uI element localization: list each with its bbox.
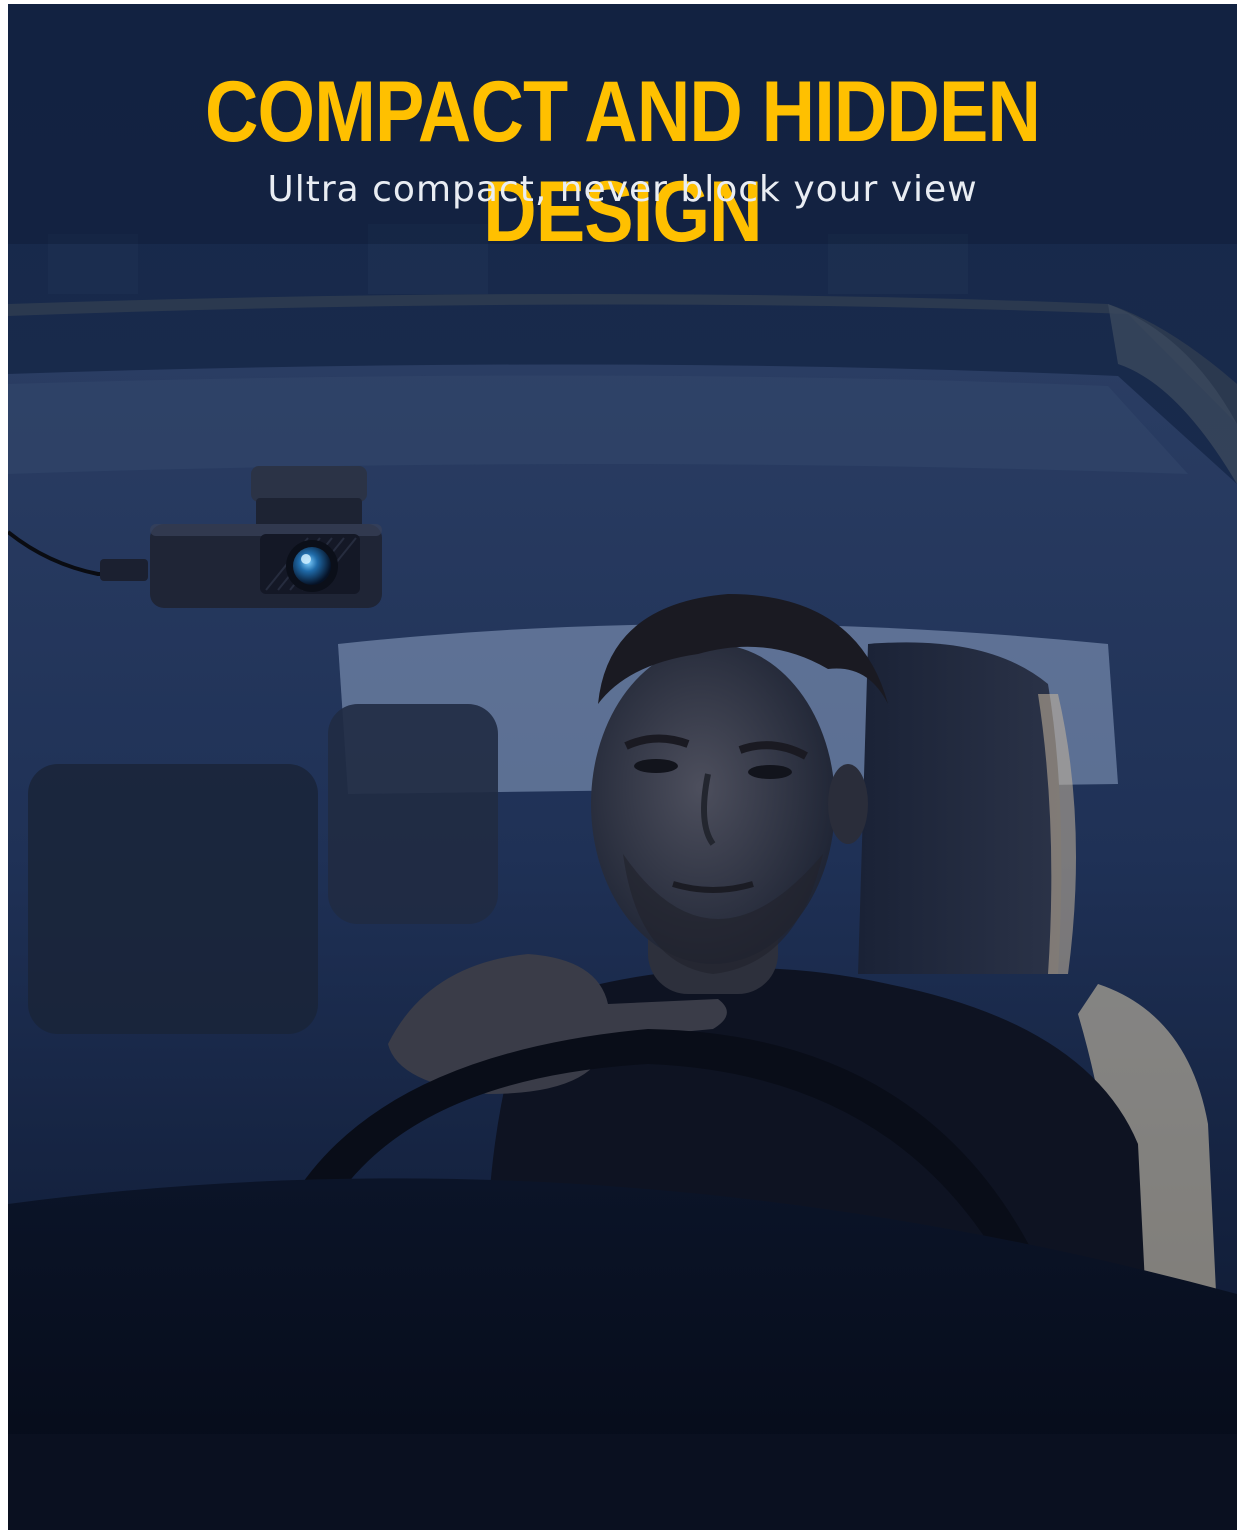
product-banner: COMPACT AND HIDDEN DESIGN Ultra compact,…: [8, 4, 1237, 1530]
headline: COMPACT AND HIDDEN DESIGN: [204, 64, 1041, 260]
subheadline: Ultra compact, never block your view: [267, 169, 978, 210]
